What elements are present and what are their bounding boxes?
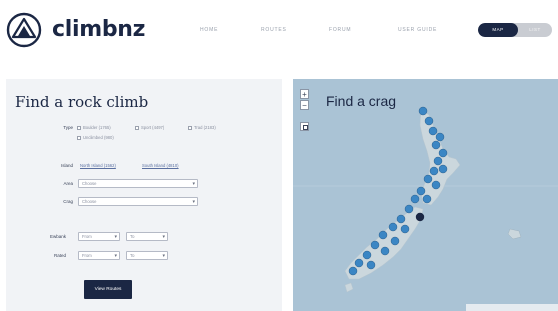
crag-select-value: Choose [82,199,97,204]
crag-marker[interactable] [424,116,434,126]
toggle-map-option[interactable]: MAP [478,23,518,37]
chevron-down-icon: ▾ [114,234,117,240]
zoom-out-button[interactable]: − [300,100,309,110]
crag-marker[interactable] [422,194,432,204]
crag-marker[interactable] [431,140,441,150]
area-select-value: Choose [82,181,97,186]
type-option-label: Trad (2183) [194,125,216,130]
crag-marker[interactable] [410,194,420,204]
crag-marker[interactable] [390,236,400,246]
checkbox-icon[interactable] [135,125,139,130]
crag-label: Crag [63,199,73,204]
crag-marker[interactable] [366,260,376,270]
crag-marker[interactable] [416,186,426,196]
crag-marker[interactable] [423,174,433,184]
rated-from-select[interactable]: From ▾ [78,251,120,260]
crag-marker[interactable] [428,126,438,136]
type-option-label: Unclimbed (980) [83,135,114,140]
rated-label: Rated [53,253,66,258]
island-label: Island [60,163,73,168]
chevron-down-icon: ▾ [114,253,117,259]
brand-name[interactable]: climbnz [52,17,145,42]
fullscreen-icon[interactable] [300,122,309,131]
type-checkbox-trad[interactable]: Trad (2183) [188,125,216,130]
crag-marker[interactable] [435,132,445,142]
stewart-island-shape [344,282,354,293]
crag-map[interactable]: Find a crag + − [293,79,558,311]
crag-marker[interactable] [438,148,448,158]
crag-marker[interactable] [362,250,372,260]
type-checkbox-boulder[interactable]: Boulder (1765) [77,125,111,130]
area-label: Area [63,181,73,186]
crag-marker[interactable] [388,222,398,232]
crag-marker[interactable] [429,166,439,176]
rated-to-value: To [130,253,135,258]
crag-marker[interactable] [431,180,441,190]
crag-marker[interactable] [418,106,428,116]
south-island-shape [344,206,424,280]
chevron-down-icon: ▾ [192,199,195,205]
type-checkbox-unclimbed[interactable]: Unclimbed (980) [77,135,114,140]
crag-marker[interactable] [433,156,443,166]
nav-routes[interactable]: ROUTES [261,27,287,33]
nav-user-guide[interactable]: USER GUIDE [398,27,437,33]
crag-marker[interactable] [396,214,406,224]
view-routes-button[interactable]: View Routes [84,280,132,299]
ewbank-from-value: From [82,234,92,239]
island-link-south[interactable]: South Island (4810) [142,163,179,168]
map-attribution[interactable] [466,304,558,311]
chatham-islands-shape [507,228,522,240]
map-canvas[interactable] [293,79,558,311]
map-list-toggle[interactable]: MAP LIST [478,23,552,37]
nav-forum[interactable]: FORUM [329,27,351,33]
crag-marker[interactable] [348,266,358,276]
ewbank-from-select[interactable]: From ▾ [78,232,120,241]
type-option-label: Sport (4497) [141,125,165,130]
crag-marker[interactable] [380,246,390,256]
crag-marker[interactable] [400,224,410,234]
crag-marker[interactable] [370,240,380,250]
area-select[interactable]: Choose ▾ [78,179,198,188]
crag-marker[interactable] [438,164,448,174]
type-option-label: Boulder (1765) [83,125,111,130]
island-link-north[interactable]: North Island (1562) [80,163,116,168]
climbnz-logo-icon[interactable] [6,12,42,48]
panel-title: Find a rock climb [15,93,149,111]
zoom-in-button[interactable]: + [300,89,309,99]
checkbox-icon[interactable] [188,125,192,130]
checkbox-icon[interactable] [77,135,81,140]
ewbank-to-value: To [130,234,135,239]
selected-crag-marker[interactable] [415,212,425,222]
checkbox-icon[interactable] [77,125,81,130]
chevron-down-icon: ▾ [162,253,165,259]
type-label: Type [63,125,73,130]
map-title: Find a crag [326,93,397,109]
rated-from-value: From [82,253,92,258]
crag-marker[interactable] [404,204,414,214]
ewbank-label: Ewbank [49,234,66,239]
chevron-down-icon: ▾ [162,234,165,240]
nav-home[interactable]: HOME [200,27,218,33]
crag-select[interactable]: Choose ▾ [78,197,198,206]
crag-marker[interactable] [354,258,364,268]
ewbank-to-select[interactable]: To ▾ [126,232,168,241]
type-checkbox-sport[interactable]: Sport (4497) [135,125,164,130]
chevron-down-icon: ▾ [192,181,195,187]
crag-marker[interactable] [378,230,388,240]
rated-to-select[interactable]: To ▾ [126,251,168,260]
toggle-list-option[interactable]: LIST [518,23,552,37]
search-panel: Find a rock climb Type Boulder (1765) Sp… [6,79,282,311]
